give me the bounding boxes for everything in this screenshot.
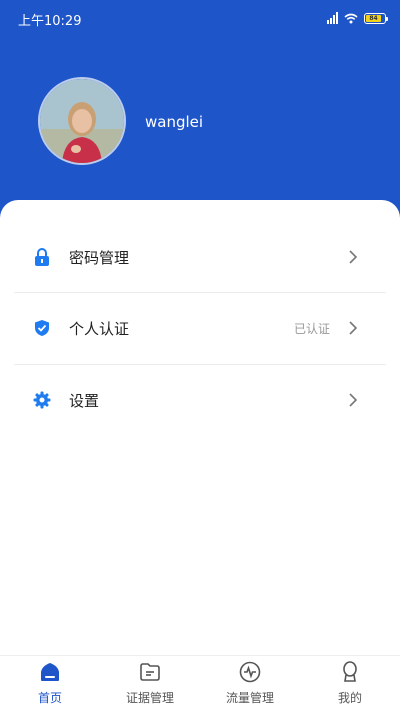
status-time: 上午10:29	[18, 14, 82, 29]
folder-icon	[138, 660, 162, 684]
signal-icon	[327, 12, 338, 24]
menu-item-label: 设置	[69, 391, 100, 410]
tab-evidence[interactable]: 证据管理	[100, 656, 200, 712]
menu-item-password[interactable]: 密码管理	[14, 222, 386, 292]
chevron-right-icon	[349, 321, 358, 335]
menu-item-label: 个人认证	[69, 319, 130, 338]
avatar[interactable]	[38, 77, 126, 165]
gear-icon	[33, 391, 51, 409]
chevron-right-icon	[349, 250, 358, 264]
battery-level: 84	[366, 14, 381, 22]
tab-traffic[interactable]: 流量管理	[200, 656, 300, 712]
pulse-icon	[238, 660, 262, 684]
tab-label: 我的	[337, 691, 362, 705]
tab-label: 证据管理	[125, 691, 174, 705]
home-icon	[38, 660, 62, 684]
menu-card: 密码管理 个人认证 已认证 设置	[0, 200, 400, 655]
bottom-tab-bar: 首页 证据管理 流量管理 我的	[0, 655, 400, 712]
shield-check-icon	[33, 319, 51, 337]
tab-mine[interactable]: 我的	[300, 656, 400, 712]
menu-item-settings[interactable]: 设置	[14, 365, 386, 435]
tab-label: 流量管理	[225, 691, 274, 705]
battery-icon: 84	[364, 12, 388, 24]
status-icons: 84	[327, 11, 388, 25]
wifi-icon	[344, 13, 358, 23]
menu-item-label: 密码管理	[69, 248, 130, 267]
status-bar: 上午10:29 84	[0, 0, 400, 36]
chevron-right-icon	[349, 393, 358, 407]
tab-home[interactable]: 首页	[0, 656, 100, 712]
user-icon	[338, 660, 362, 684]
menu-item-verification[interactable]: 个人认证 已认证	[14, 293, 386, 363]
lock-icon	[33, 248, 51, 266]
verification-status: 已认证	[293, 321, 330, 336]
username: wanglei	[145, 113, 204, 131]
tab-label: 首页	[37, 691, 62, 705]
